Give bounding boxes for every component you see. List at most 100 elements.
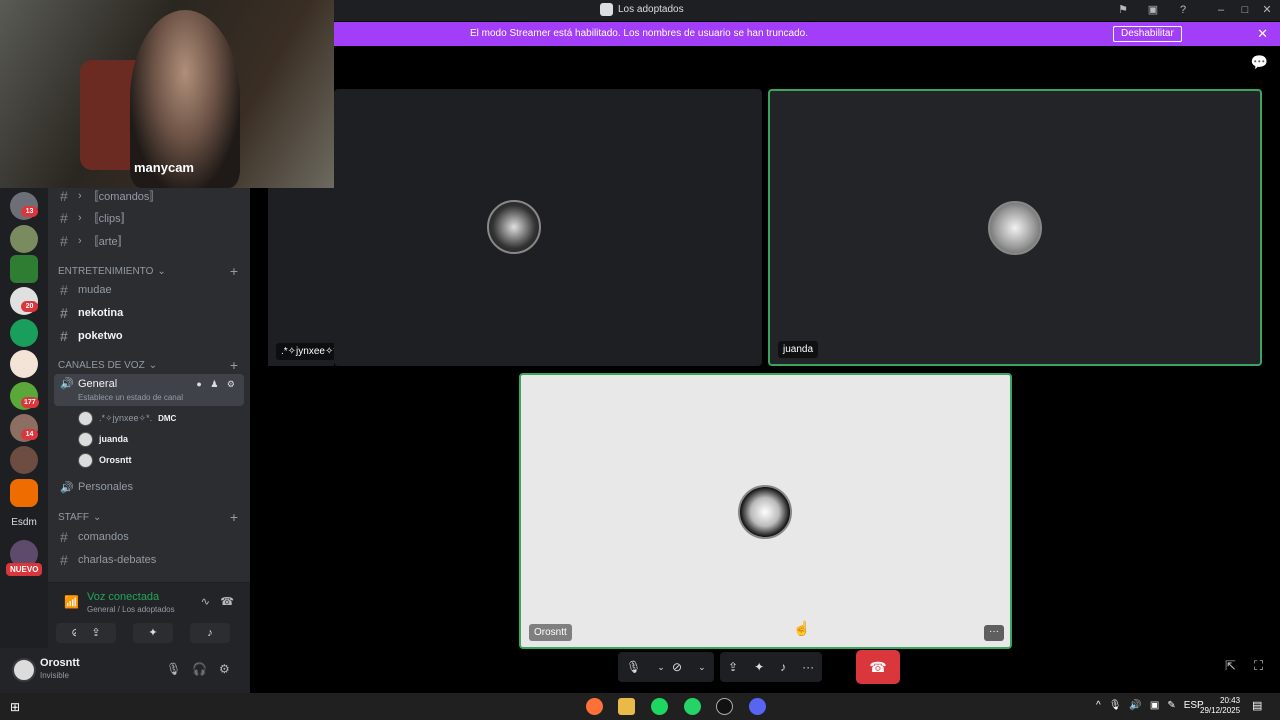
category-label: ENTRETENIMIENTO bbox=[58, 266, 154, 277]
soundboard-button[interactable]: ♪ bbox=[190, 623, 230, 643]
activities-button[interactable]: ✦ bbox=[133, 623, 173, 643]
channel-item[interactable]: # › 〚comandos〛 bbox=[60, 187, 160, 205]
voice-user[interactable]: Orosntt bbox=[78, 451, 132, 469]
obs-icon[interactable] bbox=[716, 698, 733, 715]
mic-icon[interactable]: 🎙 bbox=[618, 652, 650, 682]
channel-item[interactable]: # › 〚clips〛 bbox=[60, 209, 132, 227]
close-window-icon[interactable]: ✕ bbox=[1260, 3, 1274, 17]
gear-icon[interactable]: ⚙ bbox=[219, 662, 230, 676]
noise-suppression-icon[interactable]: ∿ bbox=[201, 595, 210, 608]
speaker-icon: 🔊 bbox=[60, 481, 74, 494]
chevron-down-icon[interactable]: ⌄ bbox=[690, 652, 714, 682]
server-icon[interactable] bbox=[10, 350, 38, 378]
channel-actions-icon[interactable]: ● ♟ ⚙ bbox=[196, 379, 238, 390]
channel-label: nekotina bbox=[78, 307, 124, 319]
channel-item[interactable]: # nekotina bbox=[60, 304, 123, 322]
channel-item-personal[interactable]: 🔊 Personales bbox=[60, 478, 133, 496]
thread-icon: › bbox=[78, 190, 82, 202]
chat-icon[interactable]: 💬 bbox=[1251, 54, 1268, 71]
hash-icon: # bbox=[60, 552, 68, 568]
channel-status[interactable]: Establece un estado de canal bbox=[78, 393, 183, 402]
thread-icon: › bbox=[78, 235, 82, 247]
headphones-icon[interactable]: 🎧 bbox=[192, 662, 207, 676]
actions-control: ⇪ ✦ ♪ ··· bbox=[720, 652, 823, 682]
disconnect-icon[interactable]: ☎ bbox=[220, 595, 234, 608]
category-entertainment[interactable]: ENTRETENIMIENTO ⌄ bbox=[58, 266, 166, 277]
video-tile-juanda[interactable]: juanda bbox=[768, 89, 1262, 366]
file-explorer-icon[interactable] bbox=[618, 698, 635, 715]
soundboard-icon[interactable]: ♪ bbox=[772, 652, 795, 682]
channel-item[interactable]: # charlas-debates bbox=[60, 551, 156, 569]
inbox-icon[interactable]: ⚑ bbox=[1116, 3, 1130, 17]
close-banner-icon[interactable]: ✕ bbox=[1257, 26, 1268, 42]
user-status: Invisible bbox=[40, 671, 69, 680]
avatar[interactable] bbox=[12, 658, 36, 682]
username[interactable]: Orosntt bbox=[40, 657, 80, 669]
add-channel-icon[interactable]: + bbox=[230, 357, 238, 373]
firefox-icon[interactable] bbox=[586, 698, 603, 715]
activities-icon[interactable]: ✦ bbox=[746, 652, 773, 682]
voice-location[interactable]: General / Los adoptados bbox=[87, 605, 175, 614]
channel-item[interactable]: # mudae bbox=[60, 281, 112, 299]
channel-label: poketwo bbox=[78, 330, 123, 342]
mic-icon[interactable]: 🎙 bbox=[166, 662, 181, 676]
disconnect-button[interactable]: ☎ bbox=[856, 650, 900, 684]
fullscreen-icon[interactable]: ⛶ bbox=[1254, 658, 1263, 674]
channel-label: 〚comandos〛 bbox=[87, 191, 161, 203]
share-screen-icon[interactable]: ⇪ bbox=[720, 652, 747, 682]
chevron-up-icon[interactable]: ^ bbox=[1096, 700, 1101, 711]
add-channel-icon[interactable]: + bbox=[230, 509, 238, 525]
server-icon[interactable] bbox=[10, 255, 38, 283]
hash-icon: # bbox=[60, 233, 68, 249]
channel-item[interactable]: # › 〚arte〛 bbox=[60, 232, 129, 250]
voice-status[interactable]: Voz conectada bbox=[87, 591, 159, 603]
minimize-icon[interactable]: – bbox=[1214, 3, 1228, 17]
whatsapp-icon[interactable] bbox=[684, 698, 701, 715]
signal-icon[interactable]: 📶 bbox=[64, 595, 79, 609]
volume-icon[interactable]: 🔊 bbox=[1129, 700, 1141, 711]
user-panel: Orosntt Invisible 🎙 🎧 ⚙ bbox=[0, 648, 250, 693]
clock[interactable]: 20:43 29/12/2025 bbox=[1200, 696, 1240, 716]
chevron-down-icon: ⌄ bbox=[92, 512, 102, 523]
voice-user[interactable]: .*✧jynxee✧*. DMC bbox=[78, 409, 176, 427]
voice-user-name: Orosntt bbox=[99, 455, 132, 465]
add-channel-icon[interactable]: + bbox=[230, 263, 238, 279]
spotify-icon[interactable] bbox=[651, 698, 668, 715]
server-icon[interactable] bbox=[10, 319, 38, 347]
channel-item[interactable]: # comandos bbox=[60, 528, 129, 546]
network-icon[interactable]: ▣ bbox=[1150, 700, 1159, 711]
pen-icon[interactable]: ✎ bbox=[1167, 700, 1175, 711]
voice-user[interactable]: juanda bbox=[78, 430, 128, 448]
tile-label: Orosntt bbox=[529, 624, 572, 641]
server-text[interactable]: Esdm bbox=[6, 517, 42, 528]
mic-icon[interactable]: 🎙 bbox=[1109, 700, 1122, 711]
notification-icon[interactable]: ▤ bbox=[1252, 699, 1262, 712]
avatar bbox=[988, 201, 1042, 255]
avatar bbox=[78, 431, 93, 447]
category-voice[interactable]: CANALES DE VOZ ⌄ bbox=[58, 360, 157, 371]
share-screen-button[interactable]: ⇪ bbox=[76, 623, 116, 643]
help-icon[interactable]: ? bbox=[1176, 3, 1190, 17]
popout-icon[interactable]: ⇱ bbox=[1225, 658, 1236, 674]
windows-start-icon[interactable]: ⊞ bbox=[10, 700, 20, 714]
thread-icon: › bbox=[78, 212, 82, 224]
disable-streamer-button[interactable]: Deshabilitar bbox=[1113, 26, 1182, 42]
discord-icon[interactable] bbox=[749, 698, 766, 715]
camera-off-icon[interactable]: ⊘ bbox=[664, 652, 691, 682]
voice-channel-general[interactable]: 🔊 General Establece un estado de canal ●… bbox=[54, 374, 244, 406]
category-staff[interactable]: STAFF ⌄ bbox=[58, 512, 101, 523]
video-tile-orosntt[interactable]: Orosntt ··· bbox=[519, 373, 1012, 649]
server-icon[interactable] bbox=[10, 479, 38, 507]
maximize-icon[interactable]: □ bbox=[1238, 3, 1252, 17]
server-icon[interactable] bbox=[10, 446, 38, 474]
user-tag: DMC bbox=[158, 413, 177, 423]
screen-icon[interactable]: ▣ bbox=[1146, 3, 1160, 17]
more-options-button[interactable]: ··· bbox=[984, 625, 1004, 641]
channel-item[interactable]: # poketwo bbox=[60, 327, 123, 345]
server-icon[interactable] bbox=[10, 225, 38, 253]
more-icon[interactable]: ··· bbox=[794, 652, 823, 682]
video-tile-jynxee[interactable] bbox=[334, 89, 762, 366]
category-label: CANALES DE VOZ bbox=[58, 360, 145, 371]
system-tray: ^ 🎙 🔊 ▣ ✎ ESP bbox=[1096, 700, 1204, 711]
speaker-icon: 🔊 bbox=[60, 378, 74, 390]
